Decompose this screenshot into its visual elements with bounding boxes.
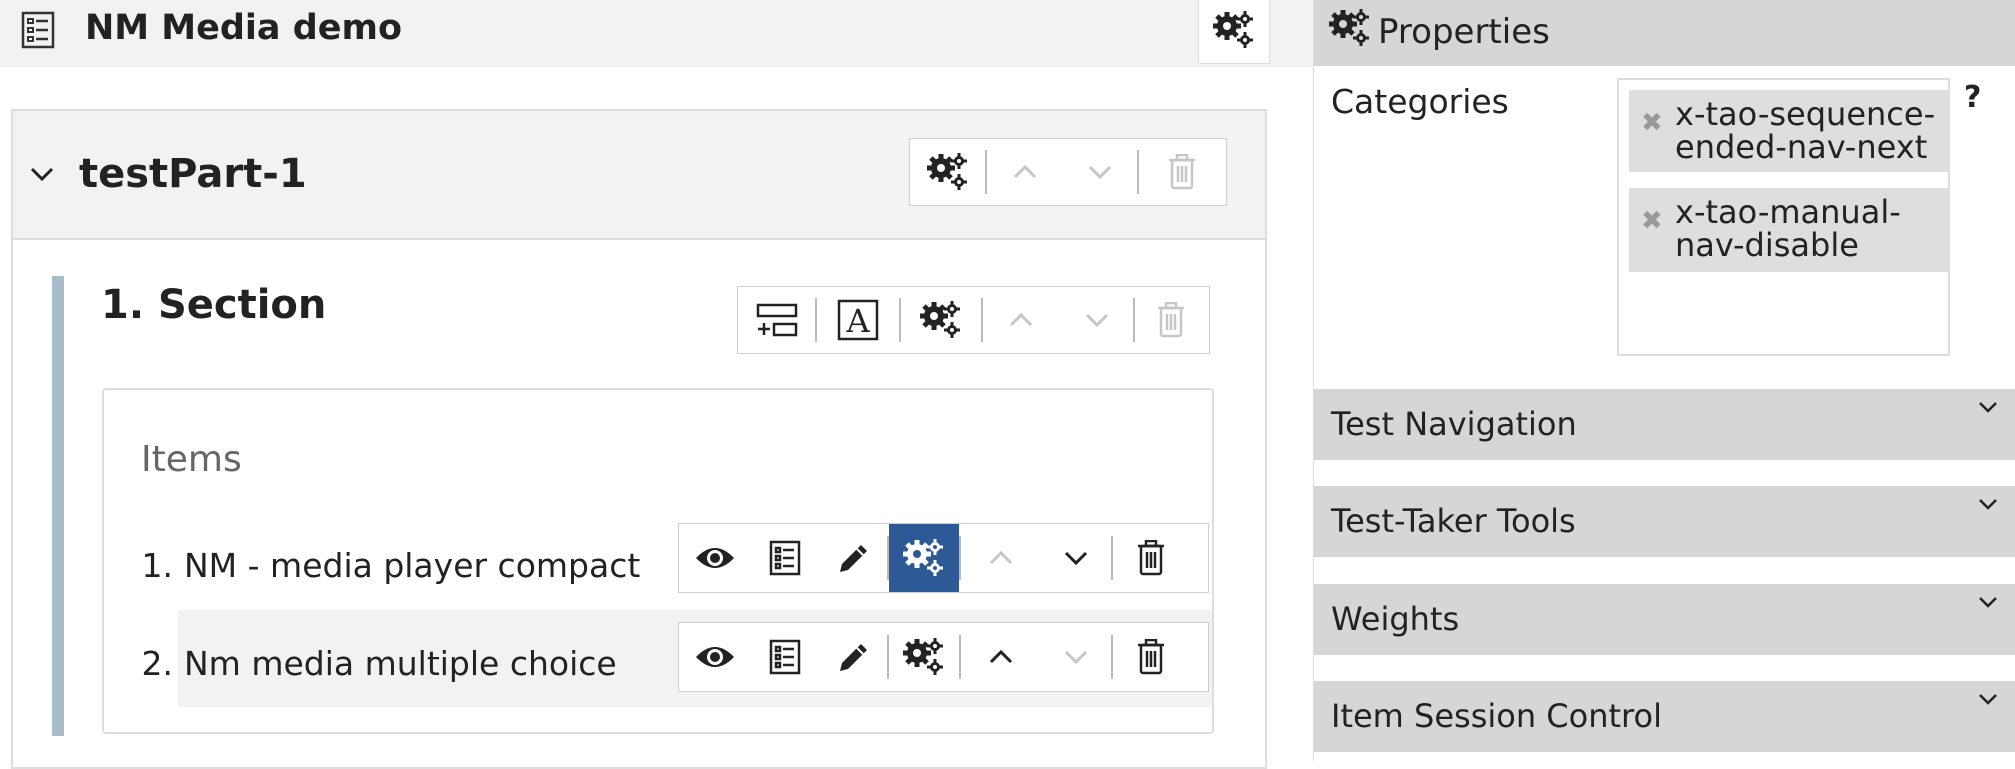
accordion-weights[interactable]: Weights [1314, 584, 2015, 655]
chevron-down-icon [1978, 496, 1998, 510]
test-title: NM Media demo [85, 8, 403, 48]
help-icon[interactable]: ? [1964, 78, 1981, 118]
gears-icon [1212, 10, 1256, 54]
move-down-button[interactable] [1060, 287, 1133, 353]
edit-item-button[interactable] [820, 623, 887, 691]
pencil-icon [837, 541, 871, 575]
test-document-icon [20, 10, 56, 50]
editor-header: NM Media demo [0, 0, 1313, 67]
gears-icon [926, 152, 970, 192]
move-up-button[interactable] [987, 139, 1062, 205]
item-toolbar [678, 622, 1209, 692]
item-properties-button[interactable] [750, 524, 820, 592]
move-down-button[interactable] [1062, 139, 1137, 205]
item-label[interactable]: Nm media multiple choice [184, 642, 617, 686]
test-part-header: testPart-1 [13, 111, 1265, 240]
gears-icon [919, 300, 963, 340]
chevron-down-icon [1978, 399, 1998, 413]
section-settings-button[interactable] [901, 287, 981, 353]
chevron-up-icon [988, 549, 1014, 567]
item-label[interactable]: NM - media player compact [184, 544, 640, 588]
accordion-test-navigation[interactable]: Test Navigation [1314, 389, 2015, 460]
section-indicator-bar [52, 276, 64, 736]
gears-icon [902, 538, 946, 578]
item-properties-button[interactable] [750, 623, 820, 691]
eye-icon [694, 544, 736, 572]
preview-item-button[interactable] [679, 623, 750, 691]
item-number: 1. [141, 546, 174, 585]
chevron-up-icon [1012, 163, 1038, 181]
remove-tag-icon[interactable]: ✖ [1641, 108, 1663, 138]
edit-item-button[interactable] [820, 524, 887, 592]
chevron-down-icon [1978, 594, 1998, 608]
add-rubric-block-button[interactable]: A [817, 287, 899, 353]
category-tag-label: x-tao-sequence-ended-nav-next [1675, 95, 1936, 166]
chevron-up-icon [988, 648, 1014, 666]
svg-text:A: A [845, 302, 870, 340]
test-part-title: testPart-1 [79, 151, 307, 197]
chevron-down-icon [1978, 691, 1998, 705]
remove-tag-icon[interactable]: ✖ [1641, 206, 1663, 236]
accordion-test-taker-tools[interactable]: Test-Taker Tools [1314, 486, 2015, 557]
category-tag: ✖ x-tao-manual-nav-disable [1629, 188, 1949, 272]
category-tag: ✖ x-tao-sequence-ended-nav-next [1629, 90, 1949, 172]
properties-panel: Properties Categories ? ✖ x-tao-sequence… [1313, 0, 2015, 761]
test-part-toolbar [909, 138, 1227, 206]
test-settings-button[interactable] [1198, 0, 1270, 64]
accordion-label: Test Navigation [1331, 405, 1577, 443]
accordion-label: Item Session Control [1331, 697, 1662, 735]
accordion-item-session-control[interactable]: Item Session Control [1314, 681, 2015, 752]
delete-item-button[interactable] [1113, 623, 1188, 691]
chevron-down-icon [1087, 163, 1113, 181]
chevron-down-icon [1063, 549, 1089, 567]
move-down-button[interactable] [1041, 623, 1111, 691]
accordion-label: Test-Taker Tools [1331, 502, 1576, 540]
move-up-button[interactable] [961, 524, 1041, 592]
item-number: 2. [141, 644, 174, 683]
move-down-button[interactable] [1041, 524, 1111, 592]
gears-icon [902, 637, 946, 677]
properties-title: Properties [1378, 12, 1550, 52]
category-tag-label: x-tao-manual-nav-disable [1675, 193, 1901, 264]
trash-icon [1167, 154, 1197, 190]
chevron-up-icon [1008, 311, 1034, 329]
item-list-icon [769, 639, 801, 675]
item-list-icon [769, 540, 801, 576]
item-settings-button-active[interactable] [889, 524, 959, 592]
chevron-down-icon [1063, 648, 1089, 666]
trash-icon [1136, 639, 1166, 675]
categories-label: Categories [1331, 82, 1509, 121]
item-settings-button[interactable] [889, 623, 959, 691]
move-up-button[interactable] [961, 623, 1041, 691]
trash-icon [1136, 540, 1166, 576]
rubric-block-icon: A [837, 299, 879, 341]
chevron-down-icon [1084, 311, 1110, 329]
add-subsection-icon [756, 303, 798, 337]
section-toolbar: A [737, 286, 1210, 354]
gears-icon [1328, 8, 1372, 52]
chevron-down-icon[interactable] [29, 163, 55, 185]
preview-item-button[interactable] [679, 524, 750, 592]
item-toolbar [678, 523, 1209, 593]
categories-input[interactable]: ✖ x-tao-sequence-ended-nav-next ✖ x-tao-… [1617, 78, 1950, 356]
properties-header: Properties [1314, 0, 2015, 66]
delete-item-button[interactable] [1113, 524, 1188, 592]
eye-icon [694, 643, 736, 671]
move-up-button[interactable] [983, 287, 1058, 353]
items-heading: Items [141, 439, 242, 480]
test-editor-pane: NM Media demo testPart-1 1. Section A It… [0, 0, 1313, 769]
trash-icon [1156, 302, 1186, 338]
delete-section-button[interactable] [1135, 287, 1207, 353]
delete-test-part-button[interactable] [1139, 139, 1224, 205]
pencil-icon [837, 640, 871, 674]
add-subsection-button[interactable] [738, 287, 815, 353]
accordion-label: Weights [1331, 600, 1460, 638]
test-part-settings-button[interactable] [910, 139, 985, 205]
section-title: 1. Section [101, 282, 327, 328]
